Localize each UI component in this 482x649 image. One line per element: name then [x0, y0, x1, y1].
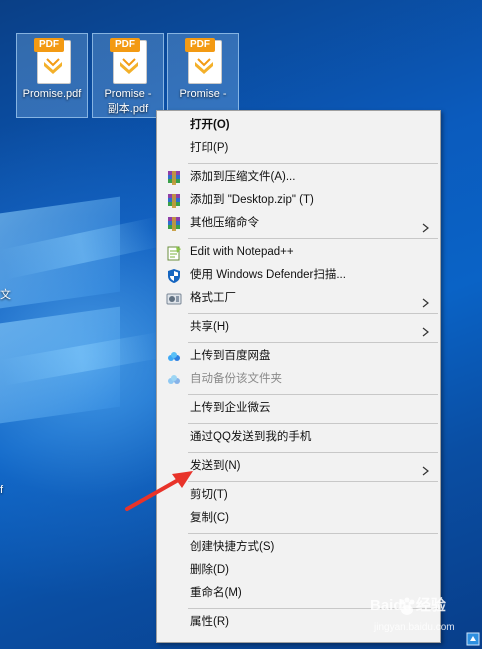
- menu-item-label: 使用 Windows Defender扫描...: [190, 269, 346, 281]
- menu-item[interactable]: 格式工厂: [159, 287, 438, 309]
- notepadpp-icon: [165, 244, 182, 261]
- menu-separator: [188, 394, 438, 395]
- menu-item-label: 共享(H): [190, 321, 229, 333]
- pdf-tag: PDF: [110, 38, 140, 52]
- pdf-tag: PDF: [34, 38, 64, 52]
- pdf-file-icon: PDF: [110, 38, 148, 84]
- chevron-right-icon: [421, 218, 430, 233]
- desktop-file-icon[interactable]: PDF Promise -: [167, 33, 239, 118]
- desktop-edge-text: 文: [0, 289, 11, 301]
- desktop-file-icon[interactable]: PDF Promise.pdf: [16, 33, 88, 118]
- format-factory-icon: [165, 290, 182, 307]
- menu-separator: [188, 313, 438, 314]
- menu-item-label: 通过QQ发送到我的手机: [190, 431, 312, 443]
- menu-item-label: 打印(P): [190, 142, 229, 154]
- chevron-right-icon: [421, 293, 430, 308]
- menu-item: 自动备份该文件夹: [159, 368, 438, 390]
- menu-item[interactable]: 上传到企业微云: [159, 397, 438, 419]
- tray-icon[interactable]: [466, 632, 480, 646]
- menu-item[interactable]: 打开(O): [159, 114, 438, 136]
- winrar-icon: [165, 215, 182, 232]
- desktop-edge-text: f: [0, 484, 4, 496]
- chevron-right-icon: [421, 322, 430, 337]
- menu-item-label: 删除(D): [190, 564, 229, 576]
- menu-item[interactable]: 使用 Windows Defender扫描...: [159, 264, 438, 286]
- menu-separator: [188, 452, 438, 453]
- menu-item-label: 其他压缩命令: [190, 217, 259, 229]
- menu-separator: [188, 163, 438, 164]
- menu-item-label: 属性(R): [190, 616, 229, 628]
- pdf-file-icon: PDF: [34, 38, 72, 84]
- chevron-right-icon: [421, 461, 430, 476]
- menu-item[interactable]: 发送到(N): [159, 455, 438, 477]
- menu-item-label: 上传到企业微云: [190, 402, 271, 414]
- menu-item[interactable]: 打印(P): [159, 137, 438, 159]
- menu-item[interactable]: 添加到 "Desktop.zip" (T): [159, 189, 438, 211]
- menu-separator: [188, 423, 438, 424]
- menu-item[interactable]: 复制(C): [159, 507, 438, 529]
- pdf-tag: PDF: [185, 38, 215, 52]
- baidu-cloud-icon: [165, 348, 182, 365]
- menu-separator: [188, 342, 438, 343]
- defender-shield-icon: [165, 267, 182, 284]
- menu-separator: [188, 238, 438, 239]
- file-name-label: Promise -: [179, 88, 227, 100]
- file-name-label: Promise - 副本.pdf: [104, 88, 152, 115]
- menu-item-label: 添加到 "Desktop.zip" (T): [190, 194, 314, 206]
- baidu-jingyan-watermark: Baidu 经验 jingyan.baidu.com: [370, 592, 480, 644]
- menu-item-label: 打开(O): [190, 119, 230, 131]
- menu-item[interactable]: 删除(D): [159, 559, 438, 581]
- winrar-icon: [165, 169, 182, 186]
- menu-item-label: 格式工厂: [190, 292, 236, 304]
- menu-item-label: Edit with Notepad++: [190, 246, 294, 258]
- baidu-cloud-icon: [165, 371, 182, 388]
- menu-item[interactable]: 共享(H): [159, 316, 438, 338]
- menu-item[interactable]: 创建快捷方式(S): [159, 536, 438, 558]
- menu-item[interactable]: Edit with Notepad++: [159, 241, 438, 263]
- menu-separator: [188, 481, 438, 482]
- context-menu: 打开(O) 打印(P) 添加到压缩文件(A)... 添加到 "Desktop.zip"…: [156, 110, 441, 643]
- menu-item[interactable]: 上传到百度网盘: [159, 345, 438, 367]
- file-name-label: Promise.pdf: [22, 88, 82, 100]
- menu-item-label: 发送到(N): [190, 460, 241, 472]
- annotation-arrow-icon: [125, 471, 193, 511]
- menu-item[interactable]: 剪切(T): [159, 484, 438, 506]
- menu-item[interactable]: 其他压缩命令: [159, 212, 438, 234]
- winrar-icon: [165, 192, 182, 209]
- menu-item-label: 创建快捷方式(S): [190, 541, 275, 553]
- menu-item-label: 上传到百度网盘: [190, 350, 271, 362]
- pdf-file-icon: PDF: [185, 38, 223, 84]
- menu-item[interactable]: 添加到压缩文件(A)...: [159, 166, 438, 188]
- watermark-title: Baidu 经验: [370, 597, 446, 614]
- menu-item-label: 添加到压缩文件(A)...: [190, 171, 296, 183]
- desktop-file-icon[interactable]: PDF Promise - 副本.pdf: [92, 33, 164, 118]
- menu-item-label: 重命名(M): [190, 587, 242, 599]
- watermark-url: jingyan.baidu.com: [374, 622, 455, 633]
- menu-item[interactable]: 通过QQ发送到我的手机: [159, 426, 438, 448]
- menu-separator: [188, 533, 438, 534]
- menu-item-label: 自动备份该文件夹: [190, 373, 282, 385]
